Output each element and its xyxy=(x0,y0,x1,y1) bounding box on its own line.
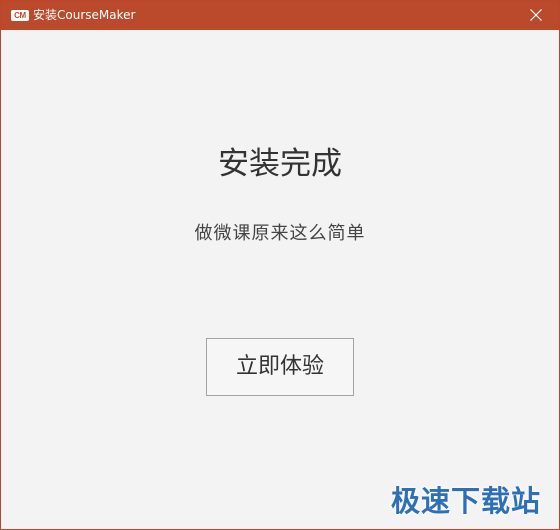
try-now-button[interactable]: 立即体验 xyxy=(206,338,354,396)
close-icon xyxy=(530,9,542,21)
window-title: 安装CourseMaker xyxy=(33,8,136,22)
title-bar[interactable]: CM 安装CourseMaker xyxy=(1,1,559,30)
app-logo-icon: CM xyxy=(11,10,29,21)
installer-window: CM 安装CourseMaker 安装完成 做微课原来这么简单 立即体验 极速下… xyxy=(0,0,560,530)
completion-subheading: 做微课原来这么简单 xyxy=(194,223,366,244)
close-button[interactable] xyxy=(513,1,559,30)
completion-heading: 安装完成 xyxy=(218,146,342,182)
watermark-logo: 极速下载站 xyxy=(390,484,541,518)
